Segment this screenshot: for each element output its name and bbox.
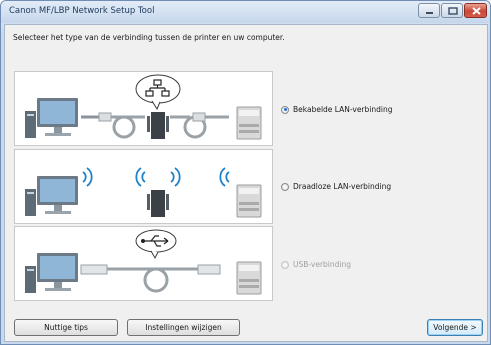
- wireless-lan-label: Draadloze LAN-verbinding: [293, 182, 392, 191]
- maximize-icon: [448, 7, 458, 15]
- wired-lan-illustration[interactable]: [14, 71, 273, 146]
- setup-window: Canon MF/LBP Network Setup Tool Selectee…: [0, 0, 491, 345]
- router-icon: [147, 112, 169, 139]
- option-wireless-lan[interactable]: Draadloze LAN-verbinding: [281, 182, 391, 191]
- wired-lan-label: Bekabelde LAN-verbinding: [293, 105, 393, 114]
- minimize-button[interactable]: [418, 3, 440, 18]
- close-button[interactable]: [464, 3, 487, 18]
- title-bar[interactable]: Canon MF/LBP Network Setup Tool: [1, 1, 490, 23]
- maximize-button[interactable]: [441, 3, 463, 18]
- useful-tips-button[interactable]: Nuttige tips: [14, 319, 118, 336]
- router-icon: [147, 190, 169, 217]
- computer-icon: [25, 253, 78, 293]
- option-wired-lan[interactable]: Bekabelde LAN-verbinding: [281, 105, 392, 114]
- computer-icon: [25, 176, 78, 216]
- change-settings-button[interactable]: Instellingen wijzigen: [127, 319, 240, 336]
- next-button[interactable]: Volgende >: [427, 319, 483, 336]
- instruction-text: Selecteer het type van de verbinding tus…: [13, 33, 285, 42]
- minimize-icon: [426, 12, 433, 14]
- option-usb: USB-verbinding: [281, 260, 351, 269]
- printer-icon: [236, 106, 262, 140]
- printer-icon: [236, 261, 262, 295]
- wireless-lan-radio[interactable]: [281, 182, 289, 191]
- close-icon: [472, 7, 481, 15]
- wifi-signal-icon: [82, 167, 230, 187]
- window-title: Canon MF/LBP Network Setup Tool: [9, 6, 155, 16]
- printer-icon: [236, 184, 262, 218]
- wired-lan-radio[interactable]: [281, 105, 289, 114]
- wireless-lan-illustration[interactable]: [14, 149, 273, 224]
- usb-radio: [281, 260, 289, 269]
- network-icon: [135, 74, 181, 111]
- usb-illustration[interactable]: [14, 226, 273, 301]
- computer-icon: [25, 98, 78, 138]
- usb-label: USB-verbinding: [293, 260, 351, 269]
- dialog-body: Selecteer het type van de verbinding tus…: [4, 24, 488, 342]
- usb-icon: [135, 229, 177, 260]
